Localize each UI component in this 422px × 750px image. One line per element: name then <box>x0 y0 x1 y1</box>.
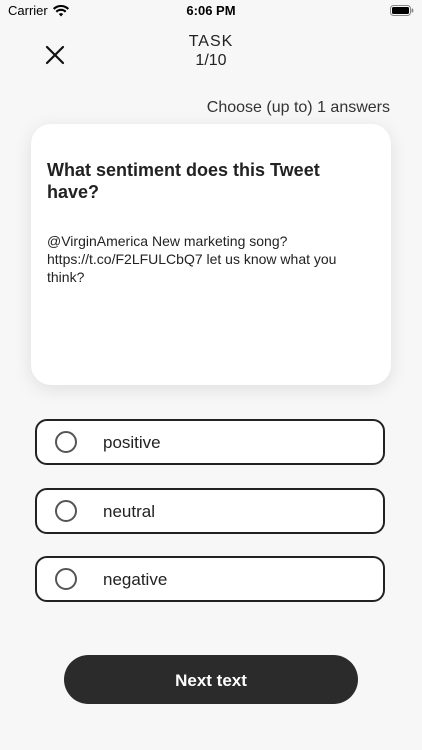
next-text-button[interactable]: Next text <box>64 655 358 704</box>
radio-button-icon[interactable] <box>55 568 77 590</box>
option-label: negative <box>103 570 168 589</box>
radio-button-icon[interactable] <box>55 500 77 522</box>
task-label: TASK <box>188 33 234 50</box>
task-progress: 1/10 <box>195 52 227 69</box>
status-time: 6:06 PM <box>186 3 236 18</box>
option-neutral[interactable]: neutral <box>35 488 385 534</box>
question-card: What sentiment does this Tweet have? @Vi… <box>31 124 391 385</box>
option-positive[interactable]: positive <box>35 419 385 465</box>
battery-icon <box>390 5 414 16</box>
option-label: neutral <box>103 502 155 521</box>
option-negative[interactable]: negative <box>35 556 385 602</box>
option-label: positive <box>103 433 161 452</box>
radio-button-icon[interactable] <box>55 431 77 453</box>
question-text: What sentiment does this Tweet have? <box>47 160 320 202</box>
answer-instructions: Choose (up to) 1 answers <box>206 99 390 116</box>
tweet-text: @VirginAmerica New marketing song? https… <box>47 233 337 285</box>
status-bar: Carrier 6:06 PM <box>0 0 422 22</box>
